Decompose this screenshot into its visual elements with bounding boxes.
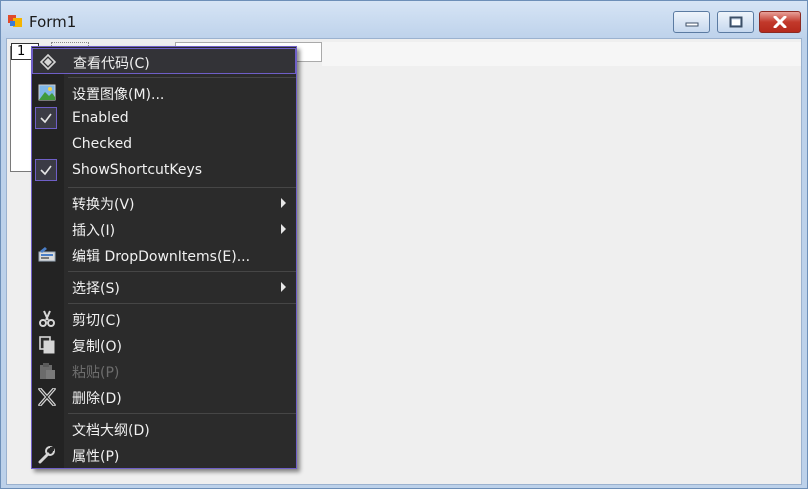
menu-item-label: 转换为(V) [72, 197, 135, 213]
menu-separator [68, 303, 296, 304]
submenu-arrow-icon [281, 224, 286, 234]
menu-item-label: 属性(P) [72, 449, 120, 465]
close-icon [773, 16, 787, 28]
menu-item-label: 选择(S) [72, 281, 120, 297]
edit-items-icon [38, 247, 56, 262]
paste-icon [40, 363, 55, 379]
minimize-icon [685, 22, 698, 27]
menu-item-label: 查看代码(C) [73, 56, 150, 72]
window-title: Form1 [29, 13, 77, 31]
menu-item-edit-dropdown-items[interactable]: 编辑 DropDownItems(E)... [32, 242, 296, 268]
copy-icon [39, 336, 55, 354]
menu-item-enabled[interactable]: Enabled [32, 106, 296, 132]
menu-item-checked[interactable]: Checked [32, 132, 296, 158]
menu-item-insert[interactable]: 插入(I) [32, 216, 296, 242]
maximize-button[interactable] [717, 11, 754, 33]
close-button[interactable] [759, 11, 801, 33]
menu-item-label: 文档大纲(D) [72, 423, 150, 439]
menu-separator [68, 77, 296, 78]
menu-separator [68, 271, 296, 272]
menu-item-delete[interactable]: 删除(D) [32, 384, 296, 410]
menu-item-label: 插入(I) [72, 223, 116, 239]
menu-item-label: 删除(D) [72, 391, 122, 407]
menu-item-document-outline[interactable]: 文档大纲(D) [32, 416, 296, 442]
view-code-icon [39, 53, 57, 71]
menu-item-paste[interactable]: 粘贴(P) [32, 358, 296, 384]
menu-item-convert-to[interactable]: 转换为(V) [32, 190, 296, 216]
check-box [35, 107, 57, 129]
menu-item-show-shortcut-keys[interactable]: ShowShortcutKeys [32, 158, 296, 184]
title-bar[interactable]: Form1 [1, 1, 807, 37]
menu-item-label: 剪切(C) [72, 313, 121, 329]
menu-item-label: Enabled [72, 110, 129, 126]
menu-item-view-code[interactable]: 查看代码(C) [32, 48, 296, 74]
menu-item-label: 编辑 DropDownItems(E)... [72, 249, 251, 265]
maximize-icon [729, 16, 742, 28]
submenu-arrow-icon [281, 198, 286, 208]
delete-icon [38, 388, 56, 406]
app-icon [8, 15, 22, 27]
wrench-icon [38, 446, 55, 464]
menu-separator [68, 413, 296, 414]
image-icon [38, 84, 56, 101]
checkmark-icon [40, 113, 52, 124]
menu-item-copy[interactable]: 复制(O) [32, 332, 296, 358]
context-menu: 查看代码(C) 设置图像(M)... Enabled Checked ShowS… [31, 46, 297, 469]
menu-item-label: ShowShortcutKeys [72, 162, 203, 178]
submenu-arrow-icon [281, 282, 286, 292]
menu-separator [68, 187, 296, 188]
menu-item-label: 设置图像(M)... [72, 87, 165, 103]
menu-item-cut[interactable]: 剪切(C) [32, 306, 296, 332]
minimize-button[interactable] [673, 11, 710, 33]
menu-item-properties[interactable]: 属性(P) [32, 442, 296, 468]
scissors-icon [39, 310, 55, 327]
checkmark-icon [40, 165, 52, 176]
menu-item-set-image[interactable]: 设置图像(M)... [32, 80, 296, 106]
menu-item-label: 粘贴(P) [72, 365, 120, 381]
toolstrip-area [322, 42, 801, 66]
check-box [35, 159, 57, 181]
menu-item-label: Checked [72, 136, 133, 152]
menu-item-select[interactable]: 选择(S) [32, 274, 296, 300]
menu-item-label: 复制(O) [72, 339, 122, 355]
